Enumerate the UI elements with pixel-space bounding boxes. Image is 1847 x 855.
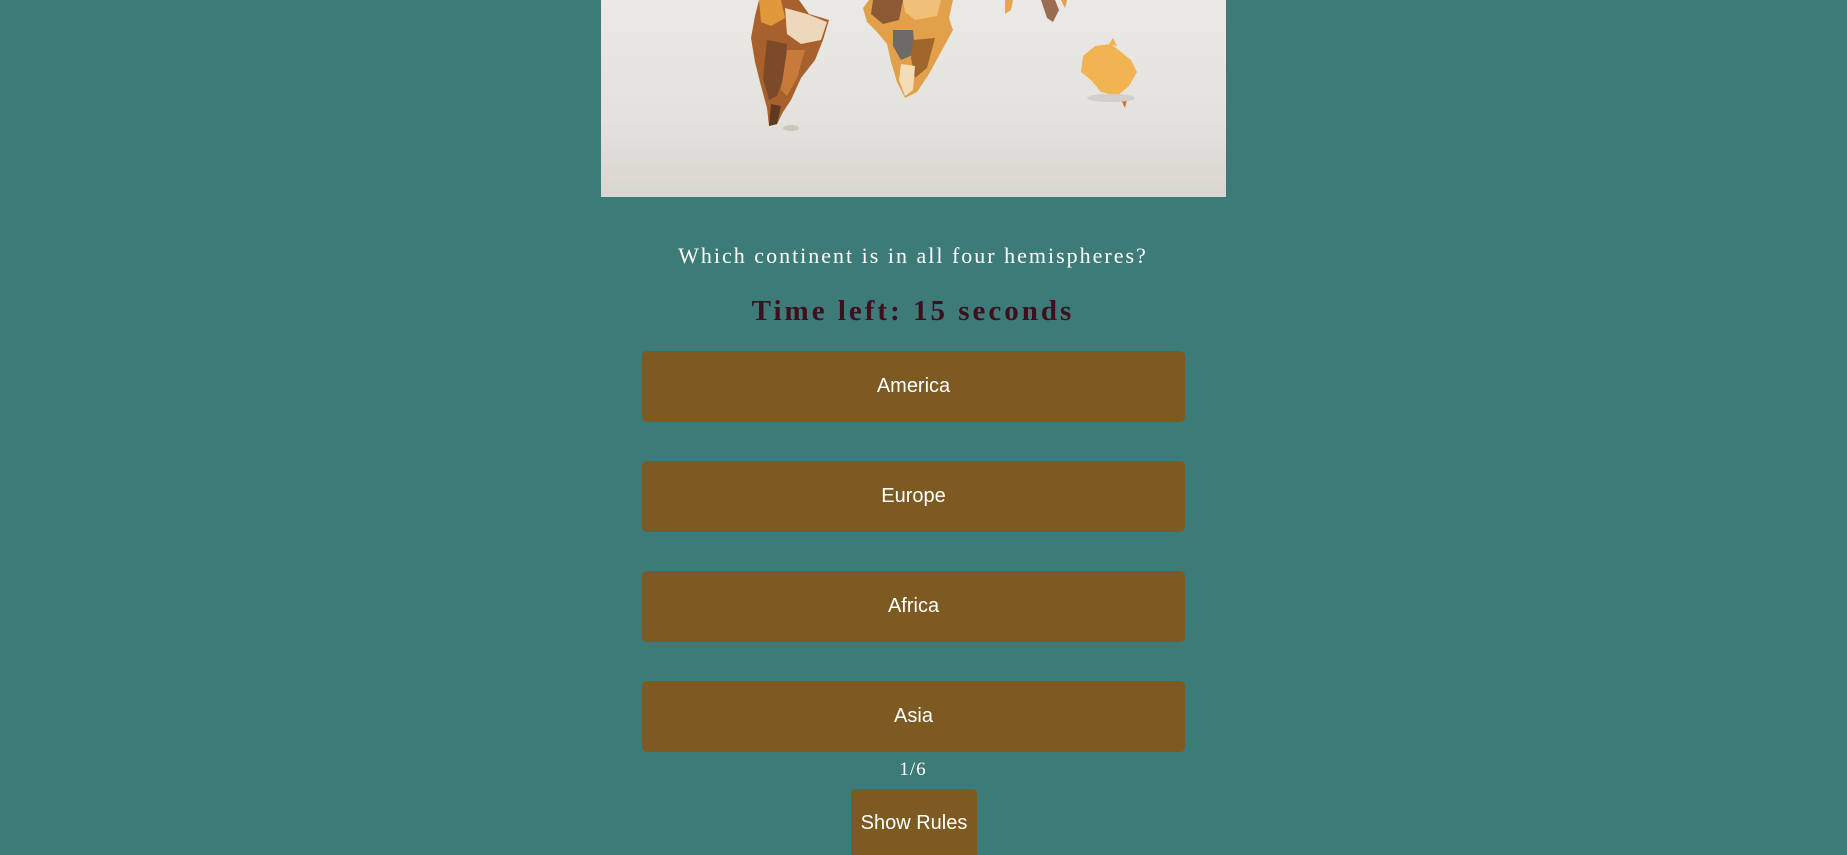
- answer-button-america[interactable]: America: [642, 351, 1185, 422]
- timer-text: Time left: 15 seconds: [751, 295, 1075, 327]
- question-progress: 1/6: [899, 759, 927, 780]
- world-map-illustration: [751, 0, 1137, 131]
- question-text: Which continent is in all four hemispher…: [678, 243, 1148, 268]
- show-rules-button[interactable]: Show Rules: [851, 789, 977, 855]
- world-map-image: [601, 0, 1226, 197]
- answer-button-europe[interactable]: Europe: [642, 461, 1185, 532]
- answer-button-asia[interactable]: Asia: [642, 681, 1185, 752]
- quiz-page: Which continent is in all four hemispher…: [0, 0, 1847, 855]
- answer-button-africa[interactable]: Africa: [642, 571, 1185, 642]
